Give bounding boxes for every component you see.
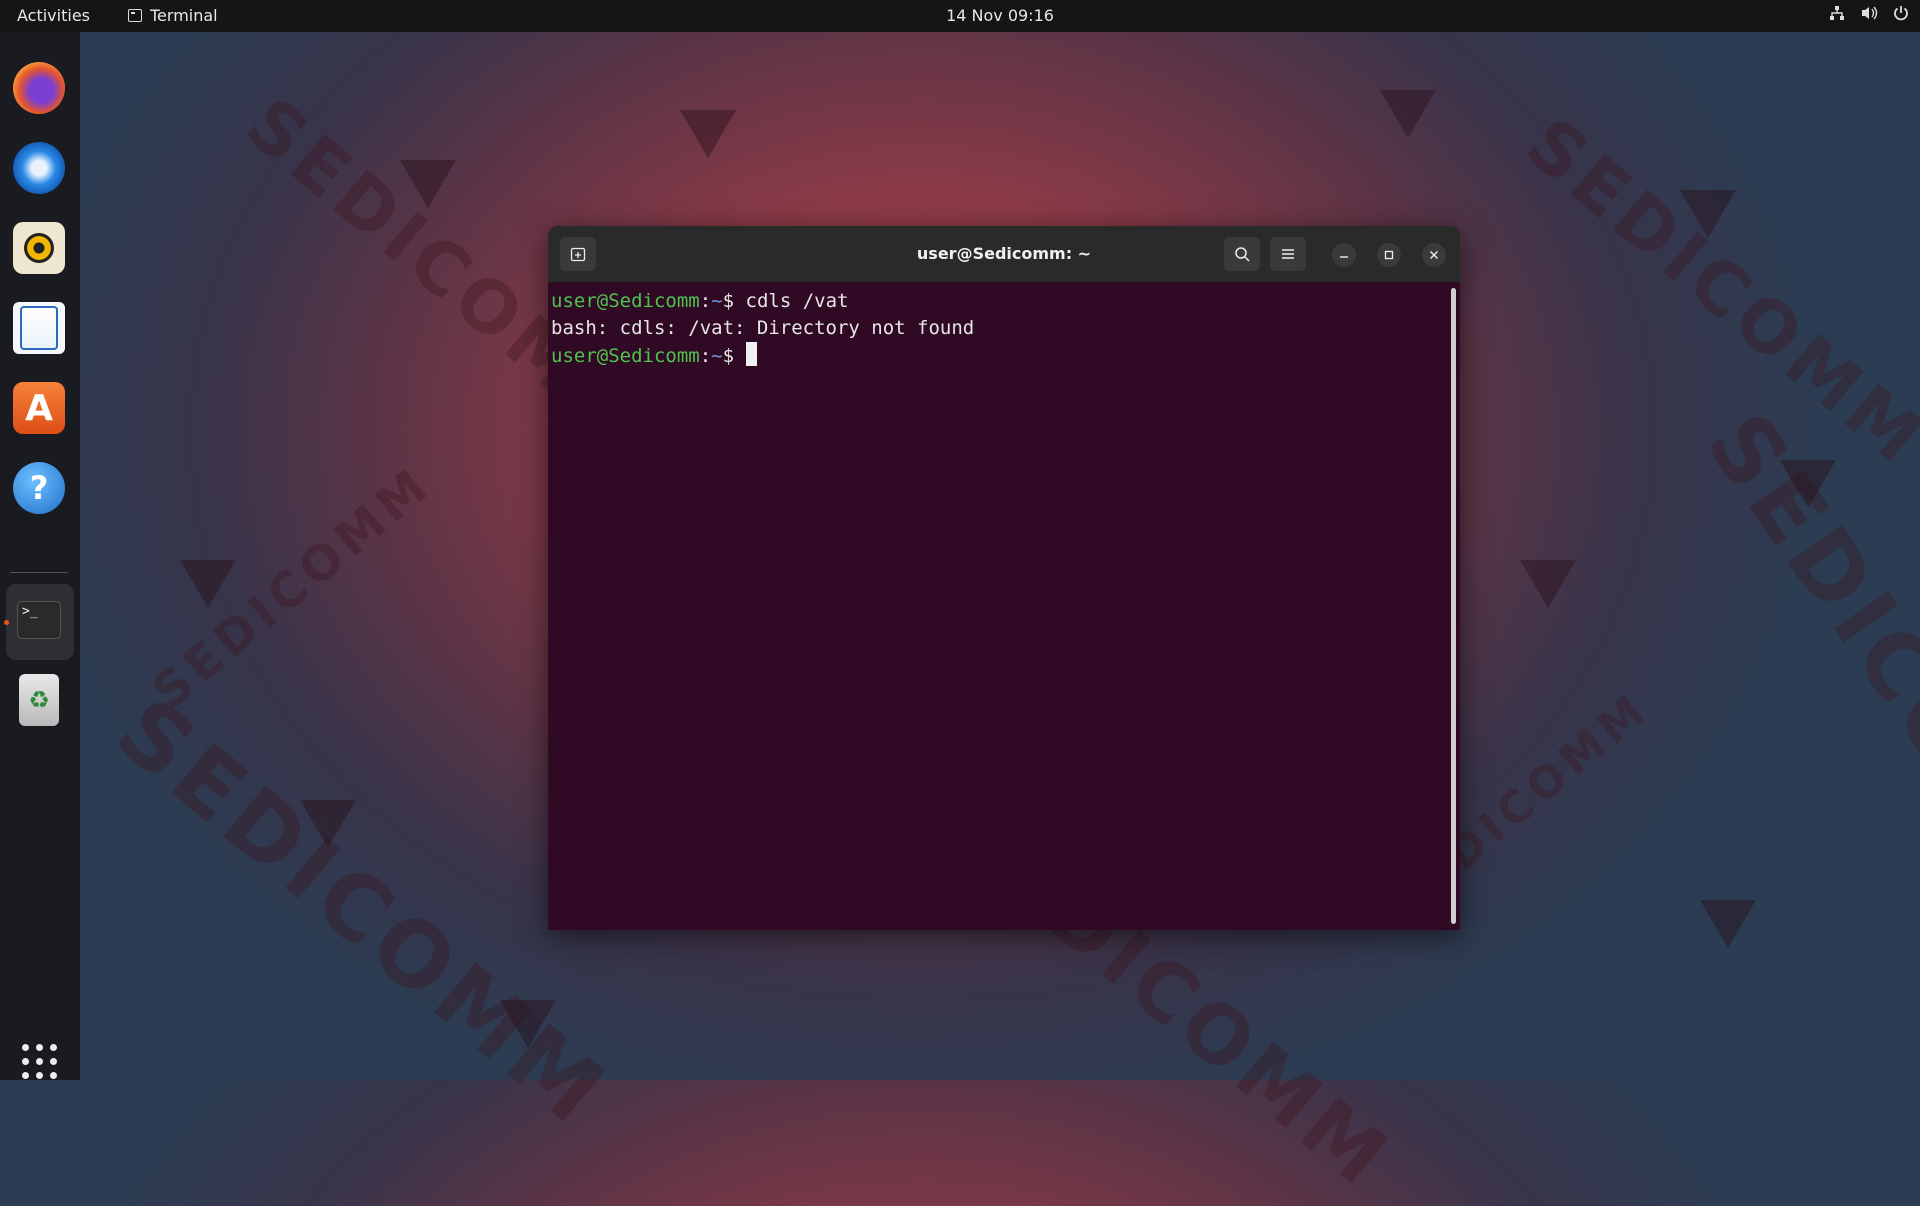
prompt-user: user@Sedicomm (551, 345, 700, 367)
thunderbird-icon[interactable] (13, 142, 65, 194)
terminal-output[interactable]: user@Sedicomm:~$ cdls /vat bash: cdls: /v… (551, 288, 1441, 918)
wallpaper-triangle (680, 110, 736, 158)
prompt-separator: : (699, 345, 712, 367)
wallpaper-triangle (500, 1000, 556, 1048)
maximize-icon (1384, 250, 1394, 260)
prompt-path: ~ (711, 290, 723, 312)
window-title: user@Sedicomm: ~ (916, 244, 1092, 263)
show-apps-grid-icon[interactable] (22, 1044, 58, 1080)
trash-icon[interactable]: ♻ (19, 674, 59, 726)
maximize-button[interactable] (1377, 243, 1401, 267)
rhythmbox-icon[interactable] (13, 222, 65, 274)
terminal-line: user@Sedicomm:~$ (551, 342, 1441, 370)
network-icon[interactable] (1828, 5, 1846, 23)
wallpaper-triangle (1380, 90, 1436, 138)
libreoffice-writer-icon[interactable] (13, 302, 65, 354)
help-icon[interactable]: ? (13, 462, 65, 514)
minimize-button[interactable] (1332, 243, 1356, 267)
hamburger-icon (1282, 249, 1294, 259)
document-shape (20, 306, 58, 350)
wallpaper-triangle (180, 560, 236, 608)
volume-icon[interactable] (1860, 5, 1878, 23)
terminal-line: bash: cdls: /vat: Directory not found (551, 315, 1441, 342)
terminal-icon[interactable]: >_ (13, 594, 65, 646)
minimize-icon (1340, 256, 1348, 258)
wallpaper-triangle (1520, 560, 1576, 608)
terminal-screen: >_ (17, 601, 61, 639)
search-button[interactable] (1224, 237, 1260, 271)
window-titlebar[interactable]: user@Sedicomm: ~ (548, 226, 1460, 282)
clock[interactable]: 14 Nov 09:16 (0, 6, 1920, 25)
wallpaper-triangle (300, 800, 356, 848)
wallpaper-triangle (1680, 190, 1736, 238)
firefox-icon[interactable] (13, 62, 65, 114)
running-indicator (4, 620, 9, 625)
wallpaper-triangle (1700, 900, 1756, 948)
terminal-window[interactable]: user@Sedicomm: ~ user@Sedicomm:~$ cdls /… (548, 226, 1460, 930)
command-text: cdls /vat (745, 290, 849, 312)
menu-button[interactable] (1270, 237, 1306, 271)
prompt-sigil: $ (722, 345, 746, 367)
top-bar: Activities Terminal 14 Nov 09:16 (0, 0, 1920, 32)
prompt-sigil: $ (722, 290, 746, 312)
speaker-ring (24, 233, 54, 263)
prompt-user: user@Sedicomm (551, 290, 700, 312)
dock-separator (10, 572, 68, 573)
dock: A ? >_ ♻ (0, 32, 80, 1080)
close-button[interactable] (1422, 243, 1446, 267)
app-center-icon[interactable]: A (13, 382, 65, 434)
close-icon (1430, 251, 1438, 259)
wallpaper-triangle (1780, 460, 1836, 508)
terminal-line: user@Sedicomm:~$ cdls /vat (551, 288, 1441, 315)
search-icon (1235, 247, 1250, 262)
wallpaper-watermark: SEDICOMM (1510, 101, 1920, 483)
prompt-path: ~ (711, 345, 723, 367)
power-icon[interactable] (1892, 5, 1910, 23)
text-cursor (745, 342, 757, 366)
terminal-scrollbar[interactable] (1451, 288, 1456, 924)
system-tray[interactable] (1828, 5, 1910, 23)
command-output: bash: cdls: /vat: Directory not found (551, 317, 975, 339)
wallpaper-triangle (400, 160, 456, 208)
prompt-separator: : (699, 290, 712, 312)
